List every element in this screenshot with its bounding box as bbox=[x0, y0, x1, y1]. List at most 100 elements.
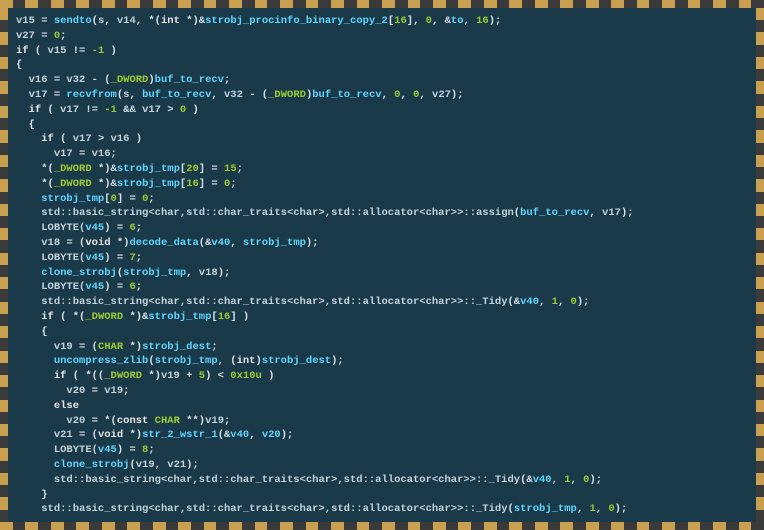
token-punc: *( bbox=[41, 163, 54, 175]
token-op: = bbox=[73, 148, 92, 160]
code-line: v15 = sendto(s, v14, *(int *)&strobj_pro… bbox=[16, 14, 748, 29]
code-line: { bbox=[16, 58, 748, 73]
token-punc: *) bbox=[123, 429, 142, 441]
token-punc: *) bbox=[142, 370, 161, 382]
token-gvar: strobj_tmp bbox=[117, 163, 180, 175]
token-punc: , bbox=[558, 296, 571, 308]
token-punc: , bbox=[230, 237, 243, 249]
code-line: clone_strobj(v19, v21); bbox=[16, 458, 748, 473]
token-punc: , bbox=[596, 503, 609, 515]
decompiled-code-block[interactable]: v15 = sendto(s, v14, *(int *)&strobj_pro… bbox=[10, 10, 754, 520]
token-punc: ( bbox=[41, 104, 60, 116]
token-punc: { bbox=[41, 326, 47, 338]
token-type: _DWORD bbox=[268, 89, 306, 101]
token-kw: const bbox=[117, 415, 149, 427]
code-line: else bbox=[16, 399, 748, 414]
token-gvar: strobj_tmp bbox=[148, 311, 211, 323]
token-punc: , bbox=[400, 89, 413, 101]
token-gvar: v20 bbox=[262, 429, 281, 441]
token-id: v19 bbox=[205, 415, 224, 427]
token-punc: ; bbox=[148, 193, 154, 205]
token-punc: , bbox=[577, 503, 590, 515]
code-line: LOBYTE(v45) = 7; bbox=[16, 251, 748, 266]
token-id: v27 bbox=[432, 89, 451, 101]
token-op: = ( bbox=[73, 429, 98, 441]
token-op: != bbox=[66, 45, 91, 57]
token-punc: (& bbox=[508, 296, 521, 308]
code-line: } bbox=[16, 488, 748, 503]
token-type: CHAR bbox=[155, 415, 180, 427]
token-type: _DWORD bbox=[104, 370, 142, 382]
token-type: _DWORD bbox=[54, 178, 92, 190]
token-id: v19 bbox=[54, 341, 73, 353]
token-type: _DWORD bbox=[111, 74, 149, 86]
code-line: if ( v15 != -1 ) bbox=[16, 44, 748, 59]
token-num: 20 bbox=[186, 163, 199, 175]
token-gvar: strobj_tmp bbox=[155, 355, 218, 367]
token-punc: ) bbox=[262, 370, 275, 382]
token-punc: ; bbox=[60, 30, 66, 42]
token-num: 16 bbox=[394, 15, 407, 27]
token-punc: , bbox=[382, 89, 395, 101]
token-id: std::basic_string<char,std::char_traits<… bbox=[41, 207, 514, 219]
code-line: *(_DWORD *)&strobj_tmp[20] = 15; bbox=[16, 162, 748, 177]
token-punc: ( bbox=[54, 133, 73, 145]
token-punc: *) bbox=[123, 341, 142, 353]
code-line: v20 = *(const CHAR **)v19; bbox=[16, 414, 748, 429]
token-id: v18 bbox=[199, 267, 218, 279]
token-punc: ] = bbox=[199, 178, 224, 190]
token-gvar: strobj_tmp bbox=[514, 503, 577, 515]
token-num: 16 bbox=[218, 311, 231, 323]
token-id: v21 bbox=[54, 429, 73, 441]
token-id: v14 bbox=[117, 15, 136, 27]
token-punc: , bbox=[211, 89, 224, 101]
token-kw: void bbox=[85, 237, 110, 249]
token-func: recvfrom bbox=[66, 89, 116, 101]
code-line: v19 = (CHAR *)strobj_dest; bbox=[16, 340, 748, 355]
token-id: v17 bbox=[602, 207, 621, 219]
token-punc: , bbox=[129, 89, 142, 101]
code-line: v27 = 0; bbox=[16, 29, 748, 44]
token-kw: if bbox=[16, 45, 29, 57]
token-id: v16 bbox=[29, 74, 48, 86]
token-gvar: buf_to_recv bbox=[155, 74, 224, 86]
token-id: v27 bbox=[16, 30, 35, 42]
token-func: clone_strobj bbox=[54, 459, 130, 471]
token-punc: , bbox=[104, 15, 117, 27]
token-punc: ); bbox=[577, 296, 590, 308]
token-gvar: buf_to_recv bbox=[520, 207, 589, 219]
token-kw: if bbox=[41, 133, 54, 145]
token-gvar: v40 bbox=[230, 429, 249, 441]
token-punc: **) bbox=[180, 415, 205, 427]
token-gvar: strobj_tmp bbox=[117, 178, 180, 190]
token-punc: , ( bbox=[218, 355, 237, 367]
decorative-border-bottom bbox=[0, 522, 764, 530]
token-punc: , bbox=[552, 474, 565, 486]
code-line: if ( v17 > v16 ) bbox=[16, 132, 748, 147]
token-punc: { bbox=[16, 59, 22, 71]
token-num: 16 bbox=[186, 178, 199, 190]
token-punc: ); bbox=[186, 459, 199, 471]
token-num: -1 bbox=[92, 45, 105, 57]
token-id: v20 bbox=[66, 415, 85, 427]
token-gvar: strobj_tmp bbox=[243, 237, 306, 249]
token-gvar: strobj_procinfo_binary_copy_2 bbox=[205, 15, 388, 27]
token-id: LOBYTE( bbox=[54, 444, 98, 456]
code-line: clone_strobj(strobj_tmp, v18); bbox=[16, 266, 748, 281]
token-punc: ) < bbox=[205, 370, 230, 382]
token-op: != bbox=[79, 104, 104, 116]
token-op: > bbox=[161, 104, 180, 116]
decorative-border-top bbox=[0, 0, 764, 8]
token-id: v19 bbox=[136, 459, 155, 471]
decorative-border-left bbox=[0, 8, 8, 522]
token-punc: ; bbox=[237, 163, 243, 175]
token-op: = bbox=[85, 385, 104, 397]
token-punc: , bbox=[249, 429, 262, 441]
token-kw: int bbox=[161, 15, 180, 27]
token-id: v32 bbox=[66, 74, 85, 86]
token-punc: ); bbox=[621, 207, 634, 219]
token-punc: ); bbox=[451, 89, 464, 101]
code-line: if ( *(_DWORD *)&strobj_tmp[16] ) bbox=[16, 310, 748, 325]
token-gvar: v45 bbox=[85, 222, 104, 234]
token-punc: ) bbox=[129, 133, 142, 145]
